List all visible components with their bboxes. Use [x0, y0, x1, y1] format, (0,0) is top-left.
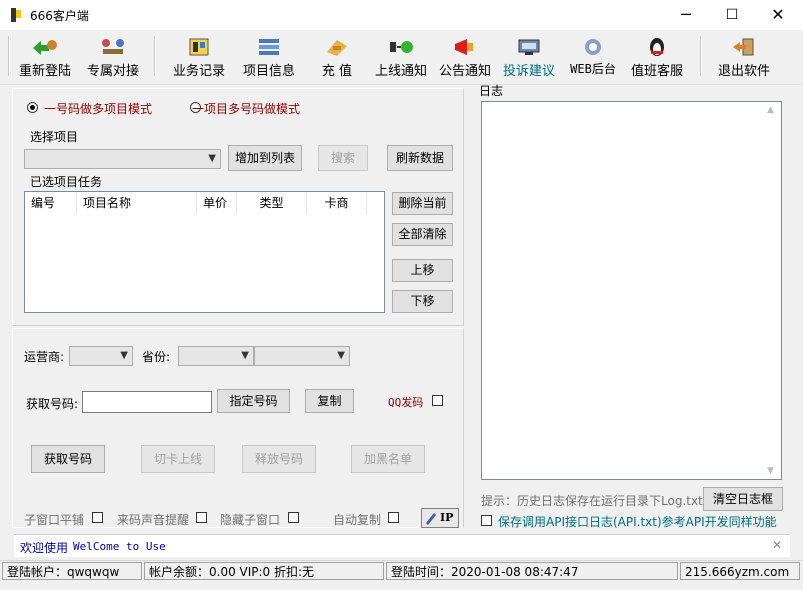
recharge-button[interactable]: 充 值 — [308, 36, 366, 80]
window-title: 666客户端 — [30, 9, 89, 23]
chevron-down-icon: ▼ — [241, 350, 249, 361]
log-scrollbar[interactable]: ▲ ▼ — [764, 102, 781, 479]
dedicated-connect-button[interactable]: 专属对接 — [82, 36, 144, 80]
api-log-checkbox[interactable] — [481, 515, 492, 526]
auto-copy-checkbox[interactable] — [388, 512, 399, 523]
app-icon — [11, 8, 21, 22]
status-login-time: 登陆时间：2020-01-08 08:47:47 — [386, 562, 678, 580]
status-account: 登陆帐户：qwqwqw — [2, 562, 142, 580]
minimize-button[interactable]: ─ — [663, 0, 709, 30]
complaint-button[interactable]: 投诉建议 — [500, 36, 558, 80]
welcome-bar: 欢迎使用 WelCome to Use ✕ — [14, 534, 790, 557]
relogin-icon — [33, 40, 57, 55]
move-up-button[interactable]: 上移 — [392, 259, 453, 282]
ip-badge[interactable]: IP — [421, 508, 459, 528]
chevron-down-icon: ▼ — [337, 350, 345, 361]
clear-all-button[interactable]: 全部清除 — [392, 223, 453, 246]
select-project-label: 选择项目 — [30, 130, 79, 144]
status-server: 215.666yzm.com — [680, 562, 800, 580]
mode-radio-multi-project[interactable] — [27, 102, 38, 113]
announcement-button[interactable]: 公告通知 — [436, 36, 494, 80]
api-log-label: 保存调用API接口日志(API.txt)参考API开发同样功能 — [498, 515, 777, 529]
copy-button[interactable]: 复制 — [305, 389, 354, 413]
support-button[interactable]: 值班客服 — [626, 36, 688, 80]
col-header-price[interactable]: 单价 — [197, 192, 237, 214]
selected-tasks-label: 已选项目任务 — [30, 175, 103, 189]
hide-child-label: 隐藏子窗口 — [220, 513, 281, 527]
welcome-text-en: WelCome to Use — [73, 540, 166, 553]
project-combobox[interactable]: ▼ — [24, 149, 221, 169]
recharge-icon — [327, 40, 347, 56]
maximize-button[interactable]: ☐ — [709, 0, 755, 30]
qq-code-label: QQ发码 — [388, 396, 424, 409]
province-label: 省份: — [142, 350, 171, 364]
pencil-icon — [426, 513, 436, 525]
project-info-icon — [259, 39, 279, 55]
sound-alert-checkbox[interactable] — [196, 512, 207, 523]
log-textbox[interactable]: ▲ ▼ — [481, 101, 782, 480]
province-combobox[interactable]: ▼ — [178, 346, 254, 366]
toolbar-grip — [8, 36, 10, 76]
relogin-button[interactable]: 重新登陆 — [14, 36, 76, 80]
records-icon — [189, 38, 209, 56]
close-button[interactable]: ✕ — [755, 0, 801, 30]
chevron-down-icon: ▼ — [120, 350, 128, 361]
qq-code-checkbox[interactable] — [432, 395, 443, 406]
status-balance: 帐户余额：0.00 VIP:0 折扣:无 — [144, 562, 384, 580]
number-input[interactable] — [82, 391, 212, 413]
hide-child-checkbox[interactable] — [288, 512, 299, 523]
mode-label-multi-project: 一号码做多项目模式 — [44, 102, 153, 116]
get-number-button[interactable]: 获取号码 — [31, 445, 105, 473]
add-to-list-button[interactable]: 增加到列表 — [228, 145, 302, 171]
delete-current-button[interactable]: 删除当前 — [392, 192, 453, 215]
exit-icon — [733, 38, 754, 56]
col-header-name[interactable]: 项目名称 — [77, 192, 197, 214]
col-header-id[interactable]: 编号 — [25, 192, 77, 214]
tile-windows-label: 子窗口平铺 — [24, 513, 85, 527]
move-down-button[interactable]: 下移 — [392, 290, 453, 313]
col-header-vendor[interactable]: 卡商 — [307, 192, 367, 214]
release-number-button[interactable]: 释放号码 — [242, 445, 316, 473]
business-records-button[interactable]: 业务记录 — [168, 36, 230, 80]
operator-combobox[interactable]: ▼ — [69, 346, 133, 366]
scroll-up-icon[interactable]: ▲ — [767, 105, 774, 115]
web-backend-icon — [585, 39, 601, 55]
col-header-type[interactable]: 类型 — [237, 192, 307, 214]
project-info-button[interactable]: 项目信息 — [238, 36, 300, 80]
auto-copy-label: 自动复制 — [333, 513, 382, 527]
log-hint: 提示：历史日志保存在运行目录下Log.txt — [481, 494, 703, 508]
search-button[interactable]: 搜索 — [318, 145, 368, 171]
operator-label: 运营商: — [24, 350, 65, 364]
complaint-icon — [518, 39, 540, 55]
tile-windows-checkbox[interactable] — [92, 512, 103, 523]
connect-icon — [102, 39, 124, 54]
chevron-down-icon: ▼ — [208, 153, 216, 164]
megaphone-icon — [455, 39, 473, 55]
qq-penguin-icon — [650, 38, 664, 56]
online-notify-button[interactable]: 上线通知 — [372, 36, 430, 80]
online-notify-icon — [390, 41, 413, 53]
sound-alert-label: 来码声音提醒 — [117, 513, 190, 527]
get-number-label: 获取号码: — [26, 397, 79, 411]
switch-card-button[interactable]: 切卡上线 — [141, 445, 215, 473]
assign-number-button[interactable]: 指定号码 — [217, 389, 290, 413]
mode-label-multi-number: 一项目多号码做模式 — [192, 102, 301, 116]
exit-button[interactable]: 退出软件 — [712, 36, 776, 80]
toolbar-separator — [154, 36, 156, 76]
refresh-data-button[interactable]: 刷新数据 — [387, 145, 453, 171]
welcome-close-icon[interactable]: ✕ — [772, 538, 782, 552]
welcome-text-cn: 欢迎使用 — [20, 541, 69, 555]
log-label: 日志 — [479, 84, 504, 98]
blacklist-button[interactable]: 加黑名单 — [351, 445, 425, 473]
web-backend-button[interactable]: WEB后台 — [564, 36, 622, 80]
scroll-down-icon[interactable]: ▼ — [767, 466, 774, 476]
city-combobox[interactable]: ▼ — [254, 346, 350, 366]
toolbar-separator — [700, 36, 702, 76]
clear-log-button[interactable]: 清空日志框 — [703, 487, 783, 511]
task-list[interactable]: 编号 项目名称 单价 类型 卡商 — [24, 191, 385, 313]
